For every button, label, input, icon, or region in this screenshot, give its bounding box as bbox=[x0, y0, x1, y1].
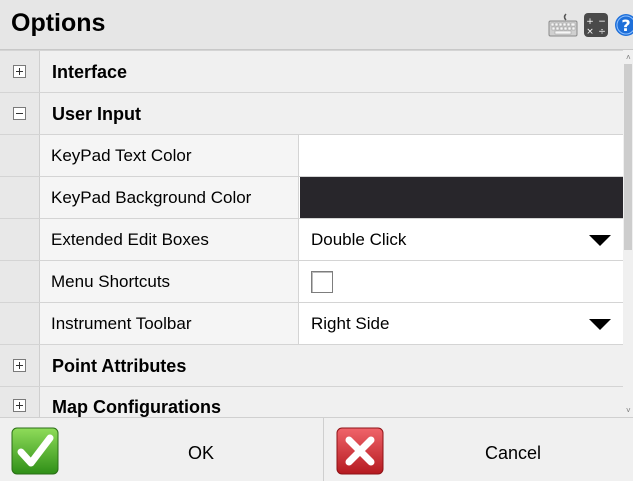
options-property-grid: Interface User Input KeyPad Text Color K… bbox=[0, 50, 623, 417]
property-name: Extended Edit Boxes bbox=[40, 219, 299, 260]
menu-shortcuts-checkbox[interactable] bbox=[311, 270, 333, 293]
calculator-icon[interactable]: + − × ÷ bbox=[583, 12, 609, 38]
scroll-up-icon[interactable]: ˄ bbox=[626, 54, 631, 62]
ok-label: OK bbox=[188, 443, 215, 463]
expand-icon[interactable] bbox=[13, 399, 26, 412]
dropdown-arrow-icon[interactable] bbox=[589, 319, 611, 330]
property-extended-edit-boxes[interactable]: Extended Edit Boxes Double Click bbox=[0, 219, 623, 261]
cancel-x-icon bbox=[335, 426, 385, 481]
keypad-background-color-swatch[interactable] bbox=[300, 177, 623, 218]
keypad-text-color-swatch[interactable] bbox=[300, 135, 623, 176]
dropdown-arrow-icon[interactable] bbox=[589, 235, 611, 246]
property-instrument-toolbar[interactable]: Instrument Toolbar Right Side bbox=[0, 303, 623, 345]
selected-value: Right Side bbox=[311, 313, 390, 333]
category-label: Map Configurations bbox=[52, 397, 221, 417]
property-menu-shortcuts[interactable]: Menu Shortcuts bbox=[0, 261, 623, 303]
svg-text:×: × bbox=[586, 27, 594, 37]
category-label: User Input bbox=[52, 104, 142, 124]
svg-text:−: − bbox=[598, 17, 606, 27]
scroll-down-icon[interactable]: ˅ bbox=[626, 407, 631, 415]
cancel-button[interactable]: Cancel bbox=[325, 418, 633, 481]
property-name: Instrument Toolbar bbox=[40, 303, 299, 344]
category-label: Interface bbox=[52, 62, 128, 82]
category-point-attributes[interactable]: Point Attributes bbox=[0, 345, 623, 387]
category-label: Point Attributes bbox=[52, 356, 187, 376]
keyboard-icon[interactable] bbox=[547, 12, 579, 38]
help-icon[interactable]: ? bbox=[613, 12, 633, 38]
expand-icon[interactable] bbox=[13, 359, 26, 372]
ok-button[interactable]: OK bbox=[0, 418, 324, 481]
selected-value: Double Click bbox=[311, 229, 407, 249]
title-bar: Options + − × ÷ ? bbox=[0, 0, 633, 50]
svg-text:+: + bbox=[586, 17, 594, 27]
checkmark-icon bbox=[10, 426, 60, 481]
svg-text:÷: ÷ bbox=[598, 27, 606, 37]
cancel-label: Cancel bbox=[485, 443, 542, 463]
property-name: Menu Shortcuts bbox=[40, 261, 299, 302]
svg-text:?: ? bbox=[621, 16, 630, 35]
scrollbar-thumb[interactable] bbox=[624, 64, 632, 250]
window-title: Options bbox=[11, 9, 106, 37]
vertical-scrollbar[interactable]: ˄ ˅ bbox=[623, 50, 633, 417]
collapse-icon[interactable] bbox=[13, 107, 26, 120]
category-user-input[interactable]: User Input bbox=[0, 93, 623, 135]
category-map-configurations[interactable]: Map Configurations bbox=[0, 387, 623, 417]
property-name: KeyPad Background Color bbox=[40, 177, 299, 218]
dialog-button-bar: OK Cancel bbox=[0, 417, 633, 481]
property-name: KeyPad Text Color bbox=[40, 135, 299, 176]
property-keypad-background-color[interactable]: KeyPad Background Color bbox=[0, 177, 623, 219]
instrument-toolbar-select[interactable]: Right Side bbox=[300, 303, 623, 344]
category-interface[interactable]: Interface bbox=[0, 51, 623, 93]
property-keypad-text-color[interactable]: KeyPad Text Color bbox=[0, 135, 623, 177]
expand-icon[interactable] bbox=[13, 65, 26, 78]
extended-edit-boxes-select[interactable]: Double Click bbox=[300, 219, 623, 260]
